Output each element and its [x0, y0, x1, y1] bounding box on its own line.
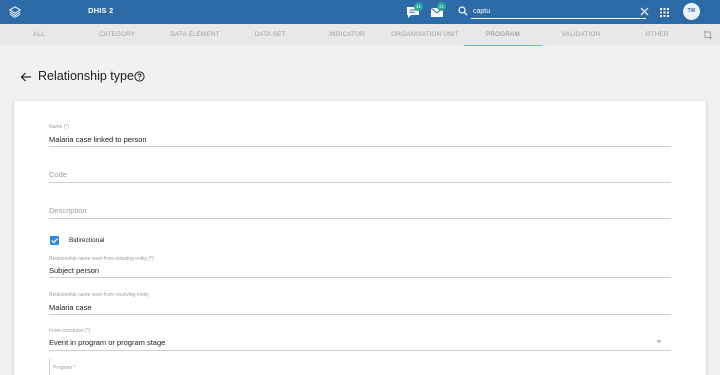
- header-bar: DHIS 2 41 41 TW: [0, 0, 720, 24]
- dhis2-logo-icon[interactable]: [9, 6, 21, 18]
- tab-all[interactable]: ALL: [0, 24, 78, 46]
- code-field-underline: [49, 182, 671, 183]
- tab-data-set[interactable]: DATA SET: [234, 24, 306, 46]
- from-name-label: Relationship name seen from initiating e…: [49, 256, 154, 262]
- help-icon[interactable]: [134, 71, 145, 82]
- page-title: Relationship type: [38, 69, 134, 83]
- tab-organisation-unit[interactable]: ORGANISATION UNIT: [372, 24, 478, 46]
- search-icon: [458, 6, 468, 16]
- tab-category[interactable]: CATEGORY: [78, 24, 156, 46]
- description-field[interactable]: Description: [49, 206, 87, 215]
- from-name-field-underline: [49, 277, 671, 278]
- messages-badge: 41: [437, 2, 446, 11]
- tab-validation[interactable]: VALIDATION: [542, 24, 620, 46]
- section-tabs: ALL CATEGORY DATA ELEMENT DATA SET INDIC…: [0, 24, 720, 46]
- program-subsection: [49, 358, 671, 375]
- from-name-value[interactable]: Subject person: [49, 266, 99, 275]
- user-avatar[interactable]: TW: [683, 3, 700, 20]
- bidirectional-checkbox[interactable]: [50, 236, 59, 245]
- code-field[interactable]: Code: [49, 170, 67, 179]
- name-field-underline: [49, 146, 671, 147]
- from-constraint-select[interactable]: Event in program or program stage: [49, 338, 165, 347]
- app-title: DHIS 2: [88, 6, 114, 15]
- description-field-underline: [49, 218, 671, 219]
- tab-program[interactable]: PROGRAM: [464, 24, 542, 46]
- to-name-field-underline: [49, 314, 671, 315]
- apps-grid-icon[interactable]: [660, 8, 669, 17]
- clear-icon[interactable]: [640, 7, 649, 16]
- tab-other[interactable]: OTHER: [620, 24, 694, 46]
- to-name-value[interactable]: Malaria case: [49, 303, 92, 312]
- to-name-label: Relationship name seen from receiving en…: [49, 292, 149, 298]
- back-arrow-icon[interactable]: [20, 71, 32, 83]
- name-value[interactable]: Malaria case linked to person: [49, 135, 147, 144]
- pin-icon[interactable]: [703, 30, 713, 40]
- from-constraint-label: From constraint (*): [49, 328, 91, 334]
- name-label: Name (*): [49, 124, 70, 130]
- from-constraint-underline: [49, 350, 671, 351]
- bidirectional-label: Bidirectional: [69, 237, 105, 244]
- program-label: Program *: [53, 365, 76, 371]
- interpretations-badge: 41: [414, 2, 423, 11]
- tab-data-element[interactable]: DATA ELEMENT: [156, 24, 234, 46]
- search-input[interactable]: [471, 5, 646, 19]
- dropdown-arrow-icon[interactable]: [656, 340, 662, 344]
